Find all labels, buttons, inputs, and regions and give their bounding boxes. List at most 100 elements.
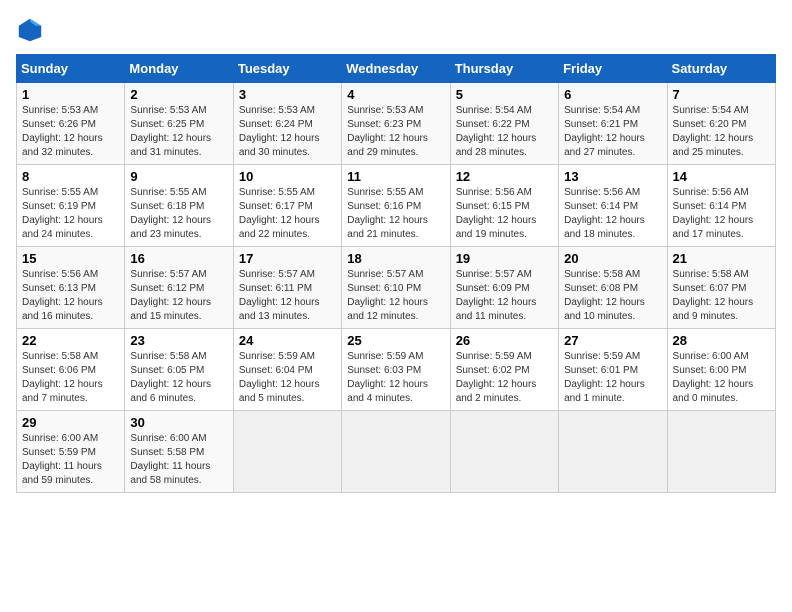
day-detail: Sunrise: 5:58 AMSunset: 6:08 PMDaylight:…	[564, 268, 661, 324]
day-number: 23	[130, 333, 227, 348]
calendar-cell: 30 Sunrise: 6:00 AMSunset: 5:58 PMDaylig…	[125, 411, 233, 493]
calendar-cell: 7 Sunrise: 5:54 AMSunset: 6:20 PMDayligh…	[667, 83, 775, 165]
calendar-cell	[342, 411, 450, 493]
day-header-monday: Monday	[125, 55, 233, 83]
day-detail: Sunrise: 5:56 AMSunset: 6:14 PMDaylight:…	[564, 186, 661, 242]
day-number: 2	[130, 87, 227, 102]
day-detail: Sunrise: 5:54 AMSunset: 6:20 PMDaylight:…	[673, 104, 770, 160]
calendar-cell: 22 Sunrise: 5:58 AMSunset: 6:06 PMDaylig…	[17, 329, 125, 411]
day-detail: Sunrise: 5:58 AMSunset: 6:05 PMDaylight:…	[130, 350, 227, 406]
day-detail: Sunrise: 5:56 AMSunset: 6:13 PMDaylight:…	[22, 268, 119, 324]
day-detail: Sunrise: 5:53 AMSunset: 6:25 PMDaylight:…	[130, 104, 227, 160]
day-detail: Sunrise: 5:57 AMSunset: 6:12 PMDaylight:…	[130, 268, 227, 324]
day-number: 24	[239, 333, 336, 348]
day-detail: Sunrise: 5:55 AMSunset: 6:18 PMDaylight:…	[130, 186, 227, 242]
day-detail: Sunrise: 5:57 AMSunset: 6:09 PMDaylight:…	[456, 268, 553, 324]
calendar-week-1: 1 Sunrise: 5:53 AMSunset: 6:26 PMDayligh…	[17, 83, 776, 165]
day-number: 14	[673, 169, 770, 184]
day-number: 22	[22, 333, 119, 348]
calendar-body: 1 Sunrise: 5:53 AMSunset: 6:26 PMDayligh…	[17, 83, 776, 493]
day-detail: Sunrise: 6:00 AMSunset: 5:58 PMDaylight:…	[130, 432, 227, 488]
calendar-cell: 13 Sunrise: 5:56 AMSunset: 6:14 PMDaylig…	[559, 165, 667, 247]
logo	[16, 16, 48, 44]
day-number: 4	[347, 87, 444, 102]
day-number: 17	[239, 251, 336, 266]
calendar-cell: 1 Sunrise: 5:53 AMSunset: 6:26 PMDayligh…	[17, 83, 125, 165]
day-detail: Sunrise: 6:00 AMSunset: 5:59 PMDaylight:…	[22, 432, 119, 488]
day-detail: Sunrise: 5:53 AMSunset: 6:26 PMDaylight:…	[22, 104, 119, 160]
day-number: 5	[456, 87, 553, 102]
calendar-cell: 15 Sunrise: 5:56 AMSunset: 6:13 PMDaylig…	[17, 247, 125, 329]
calendar-cell: 19 Sunrise: 5:57 AMSunset: 6:09 PMDaylig…	[450, 247, 558, 329]
day-number: 25	[347, 333, 444, 348]
day-detail: Sunrise: 5:59 AMSunset: 6:02 PMDaylight:…	[456, 350, 553, 406]
calendar-cell: 28 Sunrise: 6:00 AMSunset: 6:00 PMDaylig…	[667, 329, 775, 411]
calendar-cell: 10 Sunrise: 5:55 AMSunset: 6:17 PMDaylig…	[233, 165, 341, 247]
calendar-week-4: 22 Sunrise: 5:58 AMSunset: 6:06 PMDaylig…	[17, 329, 776, 411]
calendar-cell: 25 Sunrise: 5:59 AMSunset: 6:03 PMDaylig…	[342, 329, 450, 411]
day-number: 26	[456, 333, 553, 348]
day-number: 6	[564, 87, 661, 102]
day-number: 11	[347, 169, 444, 184]
calendar-cell: 5 Sunrise: 5:54 AMSunset: 6:22 PMDayligh…	[450, 83, 558, 165]
calendar-cell: 2 Sunrise: 5:53 AMSunset: 6:25 PMDayligh…	[125, 83, 233, 165]
day-number: 27	[564, 333, 661, 348]
calendar-cell: 4 Sunrise: 5:53 AMSunset: 6:23 PMDayligh…	[342, 83, 450, 165]
day-number: 12	[456, 169, 553, 184]
header	[16, 16, 776, 44]
day-detail: Sunrise: 5:59 AMSunset: 6:04 PMDaylight:…	[239, 350, 336, 406]
day-number: 28	[673, 333, 770, 348]
day-header-sunday: Sunday	[17, 55, 125, 83]
calendar-cell: 23 Sunrise: 5:58 AMSunset: 6:05 PMDaylig…	[125, 329, 233, 411]
calendar-cell	[559, 411, 667, 493]
day-detail: Sunrise: 5:55 AMSunset: 6:19 PMDaylight:…	[22, 186, 119, 242]
day-detail: Sunrise: 6:00 AMSunset: 6:00 PMDaylight:…	[673, 350, 770, 406]
day-number: 15	[22, 251, 119, 266]
day-detail: Sunrise: 5:56 AMSunset: 6:15 PMDaylight:…	[456, 186, 553, 242]
calendar-table: SundayMondayTuesdayWednesdayThursdayFrid…	[16, 54, 776, 493]
calendar-header-row: SundayMondayTuesdayWednesdayThursdayFrid…	[17, 55, 776, 83]
calendar-cell: 11 Sunrise: 5:55 AMSunset: 6:16 PMDaylig…	[342, 165, 450, 247]
day-detail: Sunrise: 5:59 AMSunset: 6:03 PMDaylight:…	[347, 350, 444, 406]
calendar-cell: 21 Sunrise: 5:58 AMSunset: 6:07 PMDaylig…	[667, 247, 775, 329]
day-detail: Sunrise: 5:54 AMSunset: 6:22 PMDaylight:…	[456, 104, 553, 160]
calendar-cell: 16 Sunrise: 5:57 AMSunset: 6:12 PMDaylig…	[125, 247, 233, 329]
day-detail: Sunrise: 5:58 AMSunset: 6:06 PMDaylight:…	[22, 350, 119, 406]
day-number: 30	[130, 415, 227, 430]
day-detail: Sunrise: 5:55 AMSunset: 6:17 PMDaylight:…	[239, 186, 336, 242]
day-number: 18	[347, 251, 444, 266]
calendar-cell: 3 Sunrise: 5:53 AMSunset: 6:24 PMDayligh…	[233, 83, 341, 165]
logo-icon	[16, 16, 44, 44]
calendar-cell	[667, 411, 775, 493]
day-detail: Sunrise: 5:58 AMSunset: 6:07 PMDaylight:…	[673, 268, 770, 324]
day-detail: Sunrise: 5:54 AMSunset: 6:21 PMDaylight:…	[564, 104, 661, 160]
calendar-cell: 24 Sunrise: 5:59 AMSunset: 6:04 PMDaylig…	[233, 329, 341, 411]
day-detail: Sunrise: 5:53 AMSunset: 6:24 PMDaylight:…	[239, 104, 336, 160]
day-header-wednesday: Wednesday	[342, 55, 450, 83]
calendar-cell: 8 Sunrise: 5:55 AMSunset: 6:19 PMDayligh…	[17, 165, 125, 247]
day-detail: Sunrise: 5:56 AMSunset: 6:14 PMDaylight:…	[673, 186, 770, 242]
day-number: 8	[22, 169, 119, 184]
day-number: 3	[239, 87, 336, 102]
day-detail: Sunrise: 5:53 AMSunset: 6:23 PMDaylight:…	[347, 104, 444, 160]
day-number: 10	[239, 169, 336, 184]
day-header-tuesday: Tuesday	[233, 55, 341, 83]
day-number: 19	[456, 251, 553, 266]
calendar-cell: 27 Sunrise: 5:59 AMSunset: 6:01 PMDaylig…	[559, 329, 667, 411]
day-number: 7	[673, 87, 770, 102]
calendar-cell: 29 Sunrise: 6:00 AMSunset: 5:59 PMDaylig…	[17, 411, 125, 493]
day-detail: Sunrise: 5:55 AMSunset: 6:16 PMDaylight:…	[347, 186, 444, 242]
calendar-cell: 20 Sunrise: 5:58 AMSunset: 6:08 PMDaylig…	[559, 247, 667, 329]
day-number: 16	[130, 251, 227, 266]
day-number: 13	[564, 169, 661, 184]
day-number: 20	[564, 251, 661, 266]
day-number: 29	[22, 415, 119, 430]
calendar-cell: 17 Sunrise: 5:57 AMSunset: 6:11 PMDaylig…	[233, 247, 341, 329]
day-header-saturday: Saturday	[667, 55, 775, 83]
day-detail: Sunrise: 5:57 AMSunset: 6:11 PMDaylight:…	[239, 268, 336, 324]
calendar-cell: 18 Sunrise: 5:57 AMSunset: 6:10 PMDaylig…	[342, 247, 450, 329]
calendar-week-2: 8 Sunrise: 5:55 AMSunset: 6:19 PMDayligh…	[17, 165, 776, 247]
calendar-cell: 14 Sunrise: 5:56 AMSunset: 6:14 PMDaylig…	[667, 165, 775, 247]
calendar-cell	[233, 411, 341, 493]
day-header-friday: Friday	[559, 55, 667, 83]
